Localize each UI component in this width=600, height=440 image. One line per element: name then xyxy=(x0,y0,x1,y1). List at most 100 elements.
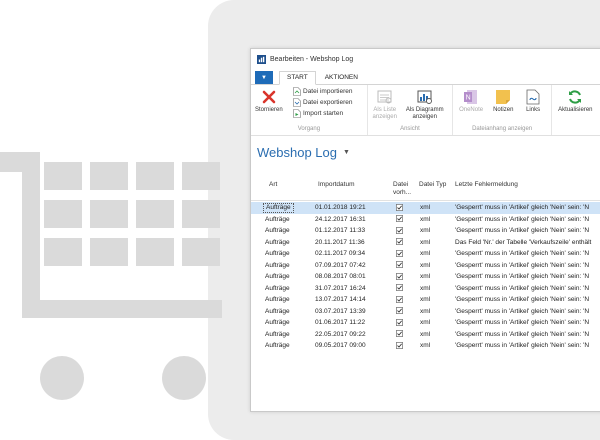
cell-art[interactable]: Aufträge xyxy=(265,239,290,246)
checkbox-checked-icon[interactable] xyxy=(396,330,403,337)
header-fehlermeldung[interactable]: Letzte Fehlermeldung xyxy=(455,181,518,189)
checkbox-checked-icon[interactable] xyxy=(396,203,403,211)
cell-datei-typ[interactable]: xml xyxy=(420,216,430,223)
import-file-button[interactable]: Datei importieren xyxy=(293,87,353,96)
tab-aktionen[interactable]: AKTIONEN xyxy=(318,72,365,84)
cell-fehlermeldung[interactable]: 'Gesperrt' muss in 'Artikel' gleich 'Nei… xyxy=(455,216,589,223)
cell-datei-typ[interactable]: xml xyxy=(420,262,430,269)
checkbox-checked-icon[interactable] xyxy=(396,261,403,268)
cell-importdatum[interactable]: 09.05.2017 09:00 xyxy=(315,342,366,349)
cell-importdatum[interactable]: 01.12.2017 11:33 xyxy=(315,227,365,234)
cell-importdatum[interactable]: 01.06.2017 11:22 xyxy=(315,319,365,326)
table-row[interactable]: Aufträge 22.05.2017 09:22 xml 'Gesperrt' mu… xyxy=(251,329,600,341)
start-import-button[interactable]: Import starten xyxy=(293,109,343,118)
cell-art[interactable]: Aufträge xyxy=(265,319,290,326)
cell-fehlermeldung[interactable]: 'Gesperrt' muss in 'Artikel' gleich 'Nei… xyxy=(455,331,589,338)
onenote-button[interactable]: N OneNote xyxy=(459,89,483,114)
notes-button[interactable]: Notizen xyxy=(493,89,513,114)
cell-importdatum[interactable]: 22.05.2017 09:22 xyxy=(315,331,366,338)
cell-datei-typ[interactable]: xml xyxy=(420,227,430,234)
cell-datei-typ[interactable]: xml xyxy=(420,239,430,246)
cell-importdatum[interactable]: 13.07.2017 14:14 xyxy=(315,296,366,303)
checkbox-checked-icon[interactable] xyxy=(396,341,403,349)
header-art[interactable]: Art xyxy=(269,181,277,189)
cell-importdatum[interactable]: 20.11.2017 11:36 xyxy=(315,239,365,246)
cell-art[interactable]: Aufträge xyxy=(265,262,290,269)
header-datei-vorh[interactable]: Datei vorh... xyxy=(393,181,411,197)
table-row[interactable]: Aufträge 24.12.2017 16:31 xml 'Gesperrt' mu… xyxy=(251,214,600,226)
list-view-label: Als Liste anzeigen xyxy=(372,107,397,120)
ribbon-tabs: ▼ START AKTIONEN xyxy=(251,69,600,85)
cell-importdatum[interactable]: 31.07.2017 16:24 xyxy=(315,285,366,292)
tab-start[interactable]: START xyxy=(279,71,316,85)
table-row[interactable]: Aufträge 01.12.2017 11:33 xml 'Gesperrt' mu… xyxy=(251,225,600,237)
page-title[interactable]: Webshop Log ▼ xyxy=(257,145,350,160)
cell-art[interactable]: Aufträge xyxy=(265,250,290,257)
checkbox-checked-icon[interactable] xyxy=(396,238,403,245)
cell-datei-typ[interactable]: xml xyxy=(420,204,430,211)
cell-art[interactable]: Aufträge xyxy=(265,331,290,338)
table-row[interactable]: Aufträge 13.07.2017 14:14 xml 'Gesperrt' mu… xyxy=(251,294,600,306)
cell-fehlermeldung[interactable]: 'Gesperrt' muss in 'Artikel' gleich 'Nei… xyxy=(455,296,589,303)
cell-importdatum[interactable]: 01.01.2018 19:21 xyxy=(315,204,366,211)
application-menu-button[interactable]: ▼ xyxy=(255,71,273,84)
cell-datei-typ[interactable]: xml xyxy=(420,319,430,326)
cell-fehlermeldung[interactable]: 'Gesperrt' muss in 'Artikel' gleich 'Nei… xyxy=(455,250,589,257)
list-view-button[interactable]: Als Liste anzeigen xyxy=(370,89,400,121)
refresh-button[interactable]: Aktualisieren xyxy=(558,89,593,114)
checkbox-checked-icon[interactable] xyxy=(396,284,403,291)
cell-importdatum[interactable]: 03.07.2017 13:39 xyxy=(315,308,366,315)
checkbox-checked-icon[interactable] xyxy=(396,272,403,280)
cell-fehlermeldung[interactable]: 'Gesperrt' muss in 'Artikel' gleich 'Nei… xyxy=(455,319,589,326)
export-file-button[interactable]: Datei exportieren xyxy=(293,98,353,107)
table-row[interactable]: Aufträge 07.09.2017 07:42 xml 'Gesperrt' mu… xyxy=(251,260,600,272)
cell-art[interactable]: Aufträge xyxy=(265,216,290,223)
cell-importdatum[interactable]: 07.09.2017 07:42 xyxy=(315,262,366,269)
cell-fehlermeldung[interactable]: Das Feld 'Nr.' der Tabelle 'Verkaufszeil… xyxy=(455,239,591,246)
cell-fehlermeldung[interactable]: 'Gesperrt' muss in 'Artikel' gleich 'Nei… xyxy=(455,227,589,234)
cell-datei-typ[interactable]: xml xyxy=(420,250,430,257)
cell-art[interactable]: Aufträge xyxy=(265,296,290,303)
table-row[interactable]: Aufträge 01.06.2017 11:22 xml 'Gesperrt' mu… xyxy=(251,317,600,329)
table-row[interactable]: Aufträge 31.07.2017 16:24 xml 'Gesperrt' mu… xyxy=(251,283,600,295)
cell-datei-typ[interactable]: xml xyxy=(420,285,430,292)
cell-datei-typ[interactable]: xml xyxy=(420,296,430,303)
cell-datei-typ[interactable]: xml xyxy=(420,342,430,349)
header-datei-typ[interactable]: Datei Typ xyxy=(419,181,446,189)
cell-datei-typ[interactable]: xml xyxy=(420,273,430,280)
cell-fehlermeldung[interactable]: 'Gesperrt' muss in 'Artikel' gleich 'Nei… xyxy=(455,204,589,211)
checkbox-checked-icon[interactable] xyxy=(396,249,403,257)
table-row[interactable]: Aufträge 03.07.2017 13:39 xml 'Gesperrt' mu… xyxy=(251,306,600,318)
cell-importdatum[interactable]: 08.08.2017 08:01 xyxy=(315,273,366,280)
links-button[interactable]: Links xyxy=(525,89,541,114)
cell-datei-typ[interactable]: xml xyxy=(420,331,430,338)
cell-art[interactable]: Aufträge xyxy=(265,285,290,292)
table-row[interactable]: Aufträge 08.08.2017 08:01 xml 'Gesperrt' mu… xyxy=(251,271,600,283)
cell-art[interactable]: Aufträge xyxy=(265,227,290,234)
checkbox-checked-icon[interactable] xyxy=(396,318,403,326)
cell-fehlermeldung[interactable]: 'Gesperrt' muss in 'Artikel' gleich 'Nei… xyxy=(455,285,589,292)
stornieren-button[interactable]: Stornieren xyxy=(255,89,283,114)
diagram-view-button[interactable]: Als Diagramm anzeigen xyxy=(402,89,448,121)
cell-fehlermeldung[interactable]: 'Gesperrt' muss in 'Artikel' gleich 'Nei… xyxy=(455,308,589,315)
chevron-down-icon[interactable]: ▼ xyxy=(343,149,350,156)
cell-art[interactable]: Aufträge xyxy=(263,203,294,213)
table-row[interactable]: Aufträge 09.05.2017 09:00 xml 'Gesperrt' mu… xyxy=(251,340,600,352)
table-row[interactable]: Aufträge 02.11.2017 09:34 xml 'Gesperrt' mu… xyxy=(251,248,600,260)
table-row[interactable]: Aufträge 01.01.2018 19:21 xml 'Gesperrt' mu… xyxy=(251,202,600,214)
cell-datei-typ[interactable]: xml xyxy=(420,308,430,315)
cell-art[interactable]: Aufträge xyxy=(265,342,290,349)
cell-fehlermeldung[interactable]: 'Gesperrt' muss in 'Artikel' gleich 'Nei… xyxy=(455,273,589,280)
cell-fehlermeldung[interactable]: 'Gesperrt' muss in 'Artikel' gleich 'Nei… xyxy=(455,342,589,349)
checkbox-checked-icon[interactable] xyxy=(396,307,403,314)
cell-art[interactable]: Aufträge xyxy=(265,308,290,315)
cell-art[interactable]: Aufträge xyxy=(265,273,290,280)
cell-importdatum[interactable]: 02.11.2017 09:34 xyxy=(315,250,365,257)
checkbox-checked-icon[interactable] xyxy=(396,295,403,303)
table-row[interactable]: Aufträge 20.11.2017 11:36 xml Das Feld 'Nr.… xyxy=(251,237,600,249)
header-importdatum[interactable]: Importdatum xyxy=(318,181,355,189)
cell-fehlermeldung[interactable]: 'Gesperrt' muss in 'Artikel' gleich 'Nei… xyxy=(455,262,589,269)
checkbox-checked-icon[interactable] xyxy=(396,226,403,234)
checkbox-checked-icon[interactable] xyxy=(396,215,403,222)
cell-importdatum[interactable]: 24.12.2017 16:31 xyxy=(315,216,366,223)
